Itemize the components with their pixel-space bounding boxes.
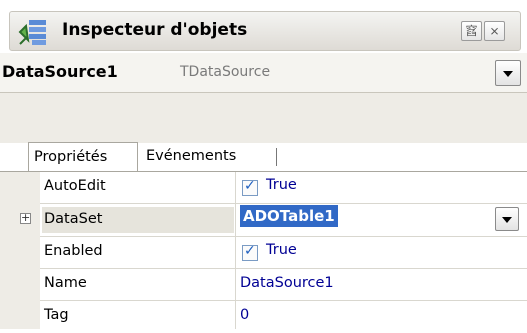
tag-value[interactable]: 0 <box>240 307 249 323</box>
close-icon: ⨯ <box>489 24 500 38</box>
tab-properties[interactable]: Propriétés <box>28 142 138 172</box>
close-button[interactable]: ⨯ <box>484 21 505 41</box>
autoedit-value: True <box>266 177 297 193</box>
pin-icon: 窞 <box>465 24 478 38</box>
property-name: Name <box>44 275 87 291</box>
inspector-icon <box>18 20 46 45</box>
property-name: AutoEdit <box>44 178 106 194</box>
dataset-dropdown-button[interactable] <box>495 207 519 231</box>
object-selector[interactable]: DataSource1 TDataSource <box>0 53 527 93</box>
name-value[interactable]: DataSource1 <box>240 275 334 291</box>
property-row-name[interactable]: Name DataSource1 <box>40 269 527 301</box>
property-name: DataSet <box>44 211 103 227</box>
property-row-tag[interactable]: Tag 0 <box>40 301 527 333</box>
tab-strip <box>0 93 527 143</box>
selected-object-type: TDataSource <box>180 64 271 80</box>
tab-events[interactable]: Evénements <box>140 142 280 172</box>
enabled-value: True <box>266 242 297 258</box>
selected-object-name: DataSource1 <box>2 62 118 81</box>
dataset-value-editor[interactable]: ADOTable1 <box>240 205 338 227</box>
window-title: Inspecteur d'objets <box>62 20 248 40</box>
pin-button[interactable]: 窞 <box>461 21 482 41</box>
object-selector-dropdown-button[interactable] <box>495 60 521 86</box>
object-inspector-panel: Inspecteur d'objets 窞 ⨯ DataSource1 TDat… <box>0 0 527 329</box>
property-name: Enabled <box>44 243 103 259</box>
title-bar: Inspecteur d'objets 窞 ⨯ <box>9 11 521 51</box>
enabled-checkbox[interactable] <box>242 243 258 261</box>
property-name: Tag <box>44 307 69 323</box>
tab-separator <box>276 148 277 166</box>
autoedit-checkbox[interactable] <box>242 178 258 196</box>
grid-gutter <box>0 172 40 329</box>
plus-box-icon[interactable]: + <box>20 212 31 224</box>
